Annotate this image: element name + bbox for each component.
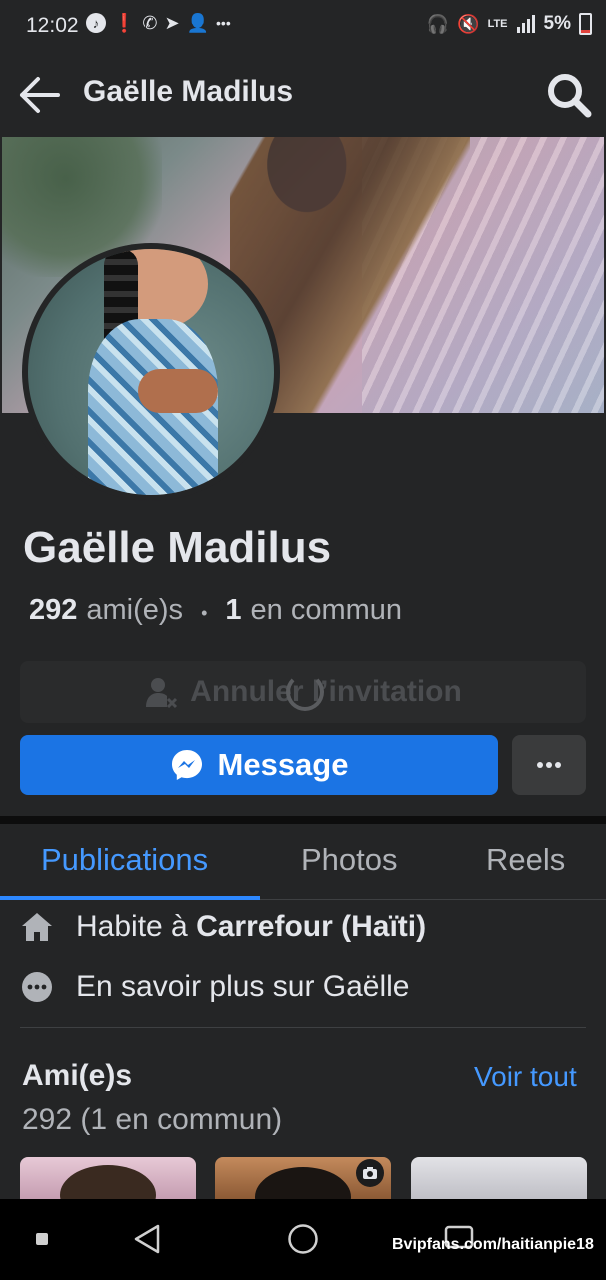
- cancel-invitation-label: Annuler l’invitation: [190, 675, 462, 708]
- more-about-row[interactable]: En savoir plus sur Gaëlle: [20, 970, 410, 1004]
- message-button[interactable]: Message: [20, 735, 498, 795]
- app-bar: Gaëlle Madilus: [0, 56, 606, 134]
- messenger-icon: [171, 750, 202, 780]
- search-icon: [548, 74, 592, 118]
- loading-spinner-icon: [286, 673, 324, 711]
- friends-count: 292: [29, 594, 78, 626]
- system-icons: 🎧 🔇 LTE 5%: [427, 13, 592, 35]
- lte-icon: LTE: [487, 18, 508, 30]
- tab-reels[interactable]: Reels: [486, 842, 565, 878]
- battery-icon: [579, 13, 592, 35]
- section-divider: [0, 816, 606, 824]
- friend-thumbnail[interactable]: [411, 1157, 587, 1199]
- friend-photo: [60, 1165, 156, 1199]
- mute-icon: 🔇: [457, 14, 480, 34]
- profile-tabs: Publications Photos Reels: [0, 824, 606, 900]
- dot-separator: •: [201, 603, 208, 623]
- whatsapp-icon: ✆: [142, 13, 158, 33]
- more-options-button[interactable]: [512, 735, 586, 795]
- friend-photo: [255, 1167, 351, 1199]
- page-title: Gaëlle Madilus: [83, 75, 294, 108]
- signal-icon: [516, 15, 535, 33]
- search-button[interactable]: [544, 70, 594, 120]
- arrow-left-icon: [20, 77, 60, 113]
- more-about-label: En savoir plus sur Gaëlle: [76, 970, 410, 1003]
- more-notifications-icon: •••: [216, 15, 231, 31]
- status-time: 12:02: [26, 14, 79, 37]
- about-divider: [20, 1027, 586, 1028]
- telegram-icon: ➤: [164, 13, 180, 33]
- profile-stats: 292 ami(e)s • 1 en commun: [29, 594, 402, 627]
- friends-section-title: Ami(e)s: [22, 1059, 133, 1092]
- add-person-icon: 👤: [186, 13, 210, 33]
- message-label: Message: [217, 747, 349, 782]
- home-icon: [22, 913, 52, 941]
- home-button-icon[interactable]: [287, 1223, 319, 1255]
- mutual-label: en commun: [250, 594, 403, 626]
- back-button[interactable]: [14, 72, 66, 118]
- watermark-text: Bvipfans.com/haitianpie18: [392, 1236, 594, 1253]
- profile-name: Gaëlle Madilus: [23, 523, 332, 572]
- friends-count-text: 292 (1 en commun): [22, 1103, 283, 1136]
- tab-publications[interactable]: Publications: [41, 842, 208, 878]
- tiktok-icon: ♪: [86, 13, 106, 33]
- lives-in-row[interactable]: Habite à Carrefour (Haïti): [20, 910, 426, 944]
- active-tab-indicator: [0, 896, 260, 900]
- notification-icons: ♪ ❗ ✆ ➤ 👤 •••: [86, 13, 231, 33]
- camera-icon: [356, 1159, 384, 1187]
- alert-icon: ❗: [113, 13, 136, 33]
- friends-label: ami(e)s: [86, 594, 184, 626]
- battery-percent: 5%: [543, 13, 571, 34]
- tab-photos[interactable]: Photos: [301, 842, 398, 878]
- more-horizontal-icon: [537, 762, 561, 768]
- nav-back-icon[interactable]: [132, 1223, 162, 1255]
- lives-in-prefix: Habite à: [76, 910, 197, 943]
- recents-button[interactable]: [36, 1233, 48, 1245]
- avatar-arm: [138, 369, 218, 413]
- see-all-friends-link[interactable]: Voir tout: [474, 1061, 577, 1093]
- tabs-divider: [260, 899, 606, 900]
- status-bar: 12:02 ♪ ❗ ✆ ➤ 👤 ••• 🎧 🔇 LTE 5%: [0, 0, 606, 56]
- lives-in-text: Habite à Carrefour (Haïti): [76, 910, 426, 944]
- friend-thumbnail[interactable]: [20, 1157, 196, 1199]
- more-info-icon: [22, 972, 52, 1002]
- mutual-count: 1: [225, 594, 242, 626]
- avatar[interactable]: [28, 249, 274, 495]
- cancel-friend-request-icon: [146, 678, 178, 709]
- lives-in-place[interactable]: Carrefour (Haïti): [196, 910, 426, 943]
- headset-icon: 🎧: [426, 14, 450, 34]
